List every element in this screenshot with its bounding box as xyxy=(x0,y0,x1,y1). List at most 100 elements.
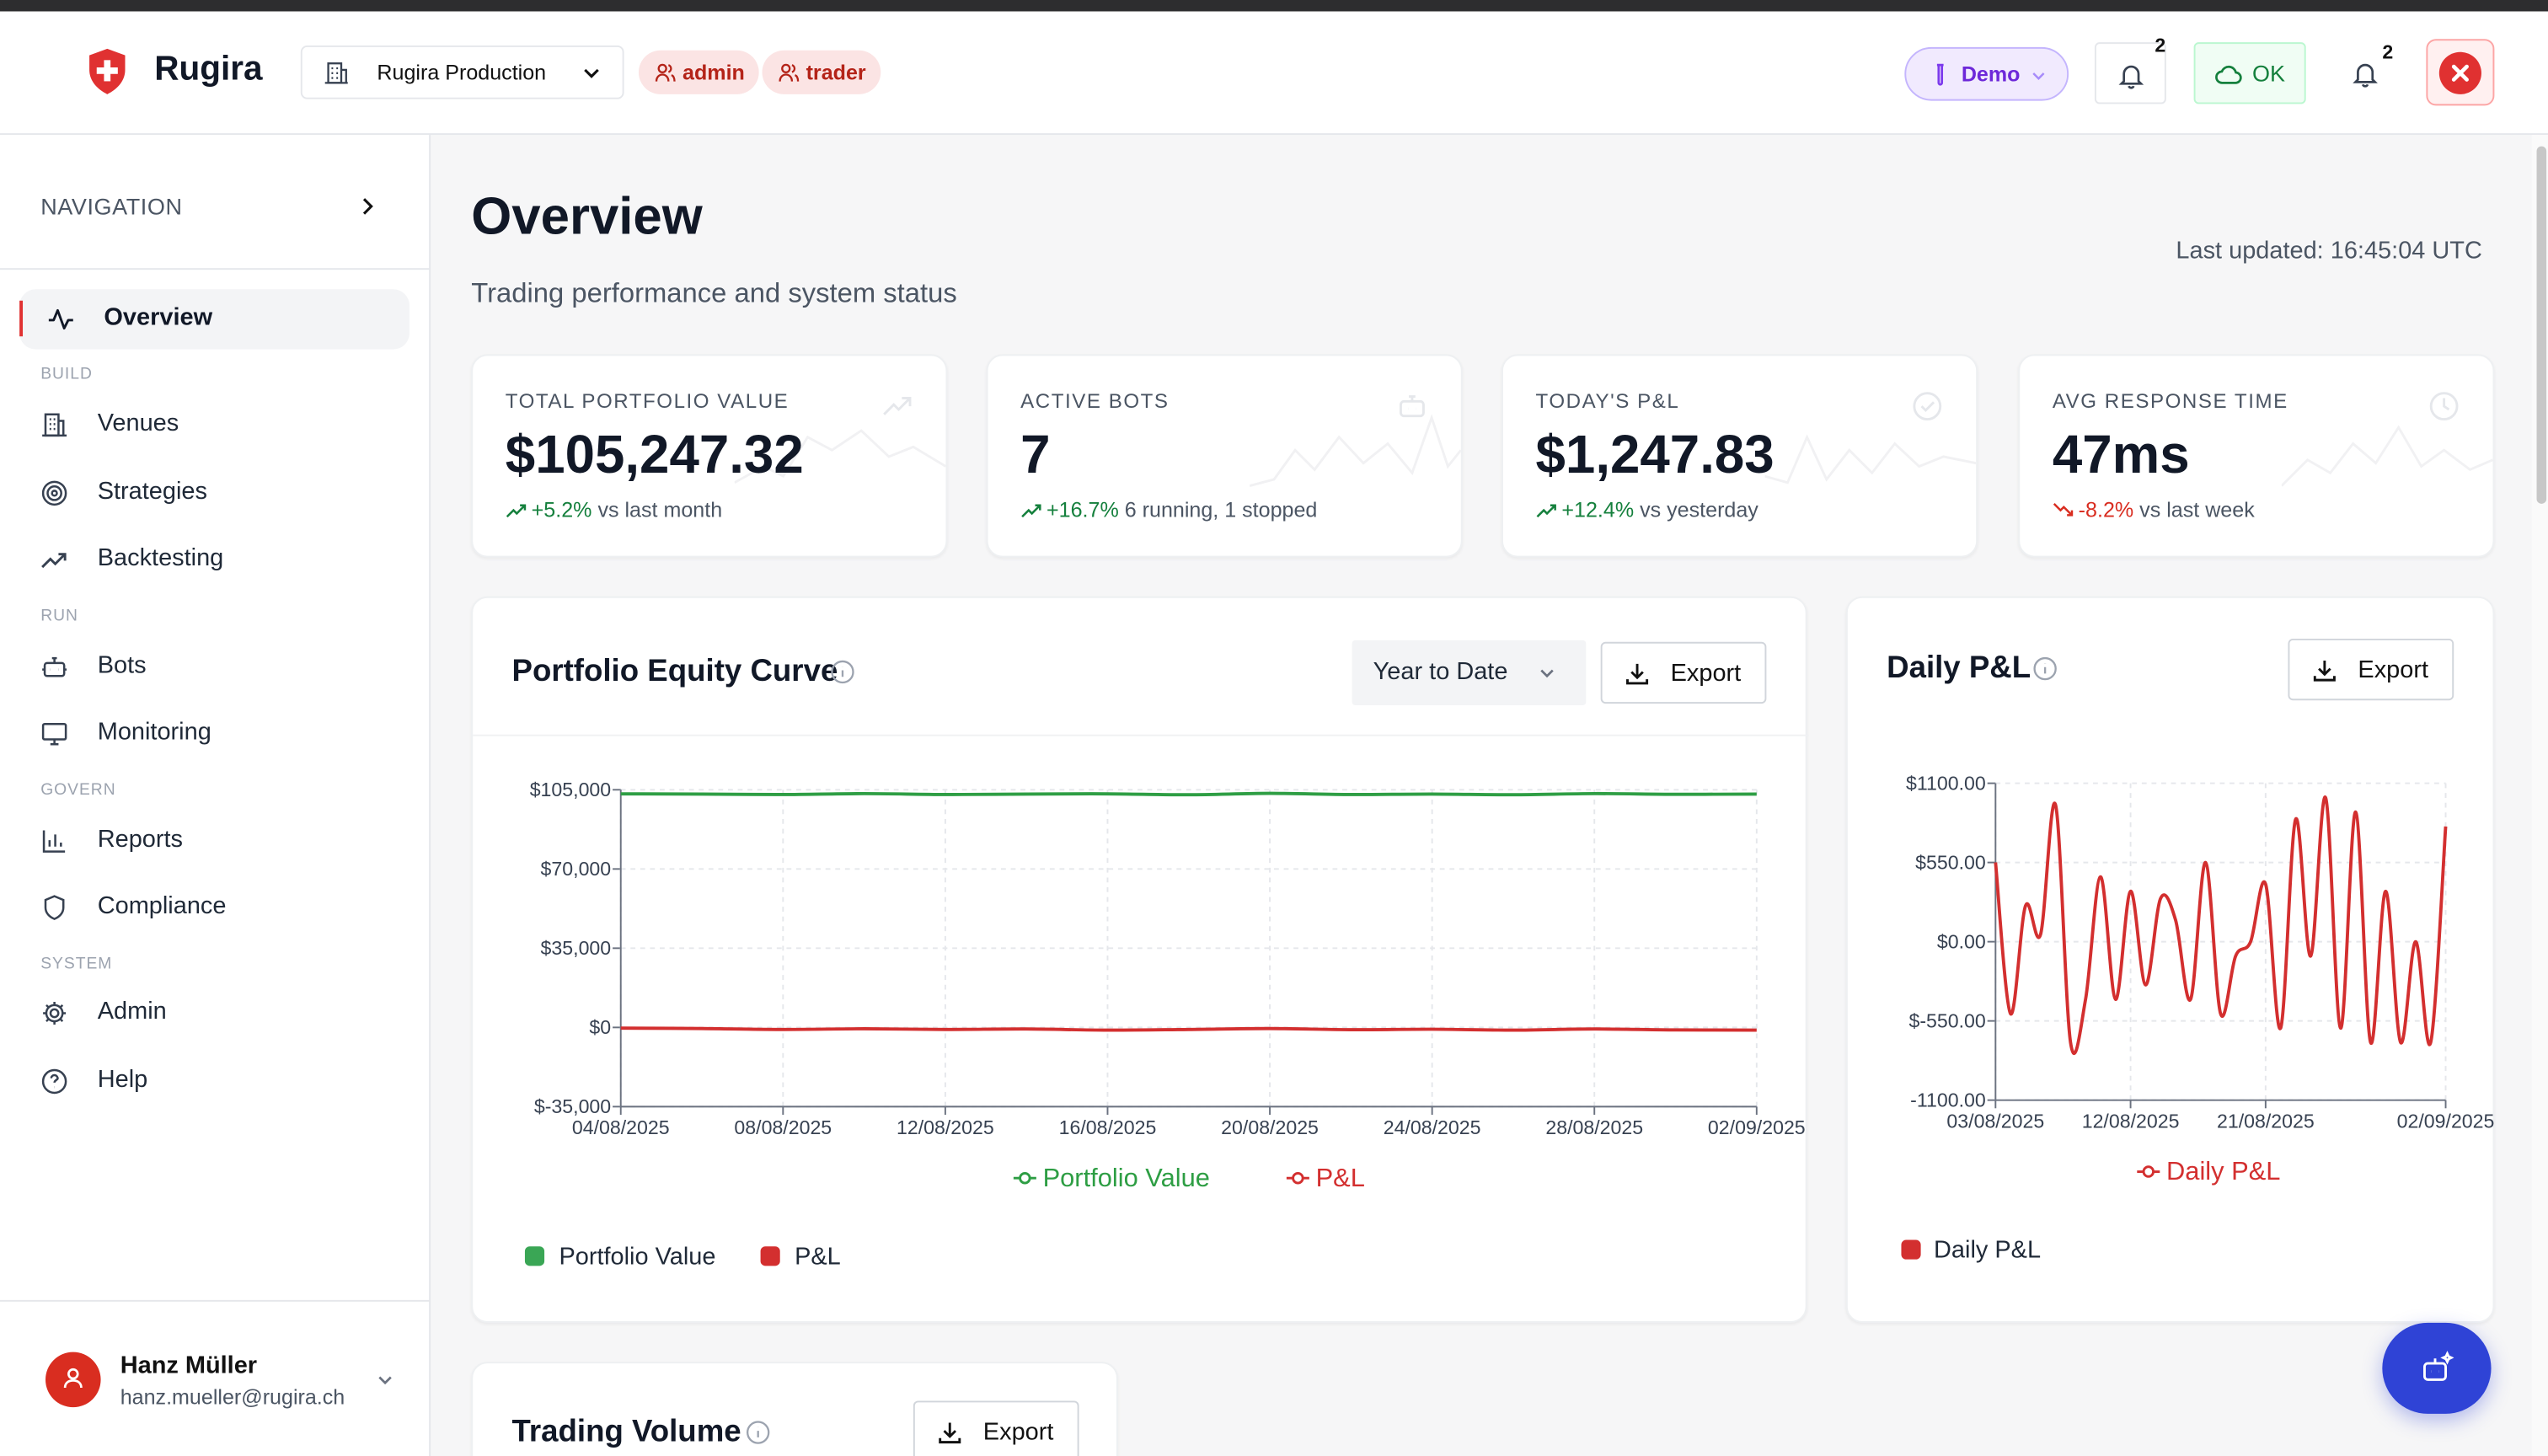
role-trader-label: trader xyxy=(806,60,866,85)
legend-label-portfolio: Portfolio Value xyxy=(559,1243,716,1271)
series-line-0 xyxy=(620,791,1757,797)
trending-up-icon xyxy=(1536,504,1556,518)
sidebar-item-backtesting[interactable]: Backtesting xyxy=(19,530,410,590)
sidebar-item-bots[interactable]: Bots xyxy=(19,637,410,697)
y-tick-label: $-35,000 xyxy=(534,1095,611,1117)
chevron-down-icon xyxy=(378,1376,392,1385)
y-tick-label: $1100.00 xyxy=(1906,772,1986,794)
download-icon xyxy=(2313,660,2336,682)
activity-icon xyxy=(48,308,73,330)
date-range-value: Year to Date xyxy=(1373,658,1508,686)
sidebar-item-admin[interactable]: Admin xyxy=(19,983,410,1043)
daily-export-button[interactable]: Export xyxy=(2288,638,2454,701)
org-selector-label: Rugira Production xyxy=(377,60,547,85)
x-tick-label: 24/08/2025 xyxy=(1384,1116,1481,1138)
role-badge-admin: admin xyxy=(638,50,760,94)
stat-change: +16.7% xyxy=(1046,497,1119,522)
sidebar-item-label: Admin xyxy=(97,998,167,1025)
stat-note: vs last week xyxy=(2139,497,2255,522)
stat-label: AVG RESPONSE TIME xyxy=(2052,389,2288,413)
stat-value: $1,247.83 xyxy=(1535,424,1774,484)
stat-trend: +12.4% vs yesterday xyxy=(1536,497,1758,522)
date-range-select[interactable]: Year to Date xyxy=(1352,640,1587,706)
sidebar-item-monitoring[interactable]: Monitoring xyxy=(19,704,410,763)
legend-label-pnl: P&L xyxy=(795,1243,841,1271)
sidebar-item-help[interactable]: Help xyxy=(19,1052,410,1111)
trending-up-icon xyxy=(506,504,527,518)
org-selector[interactable]: Rugira Production xyxy=(300,46,624,99)
stat-value: 7 xyxy=(1020,424,1051,484)
monitor-icon xyxy=(41,722,67,746)
x-tick-label: 12/08/2025 xyxy=(2082,1110,2180,1132)
stat-label: ACTIVE BOTS xyxy=(1020,389,1170,413)
legend-marker xyxy=(2142,1165,2155,1178)
sidebar-item-label: Backtesting xyxy=(97,544,224,572)
sidebar-item-reports[interactable]: Reports xyxy=(19,811,410,870)
section-label-system: SYSTEM xyxy=(40,956,113,974)
user-menu[interactable]: Hanz Müller hanz.mueller@rugira.ch xyxy=(0,1299,431,1456)
stat-trend: +16.7% 6 running, 1 stopped xyxy=(1020,497,1317,522)
legend-label-daily-pnl: Daily P&L xyxy=(1934,1236,2042,1265)
scrollbar-thumb[interactable] xyxy=(2536,146,2547,504)
bar-chart-icon xyxy=(42,830,66,853)
stat-trend: -8.2% vs last week xyxy=(2053,497,2255,522)
sidebar-item-strategies[interactable]: Strategies xyxy=(19,463,410,523)
alerts-count: 2 xyxy=(2382,40,2394,64)
y-tick-label: $105,000 xyxy=(530,779,611,800)
trending-up-icon xyxy=(1021,504,1041,518)
sidebar-item-label: Strategies xyxy=(97,478,207,506)
window-top-bar xyxy=(0,0,2548,12)
stat-card-portfolio-value: TOTAL PORTFOLIO VALUE $105,247.32 +5.2% … xyxy=(471,354,948,558)
section-label-govern: GOVERN xyxy=(40,781,116,800)
close-icon xyxy=(2451,64,2469,82)
check-circle-icon xyxy=(1913,392,1942,421)
stat-card-avg-response: AVG RESPONSE TIME 47ms -8.2% vs last wee… xyxy=(2018,354,2495,558)
system-status-label: OK xyxy=(2252,60,2286,87)
x-tick-label: 21/08/2025 xyxy=(2217,1110,2315,1132)
sidebar-item-label: Monitoring xyxy=(97,718,211,747)
equity-curve-chart: $105,000 $70,000 $35,000 $0 $-35,00004/08/20… xyxy=(530,779,1806,1192)
legend-swatch-pnl xyxy=(760,1246,780,1266)
info-icon[interactable] xyxy=(746,1421,770,1445)
emergency-stop-button[interactable] xyxy=(2426,39,2495,106)
mode-selector[interactable]: Demo xyxy=(1904,46,2069,101)
flask-icon xyxy=(1936,63,1944,86)
x-tick-label: 16/08/2025 xyxy=(1059,1116,1157,1138)
x-tick-label: 12/08/2025 xyxy=(897,1116,994,1138)
stat-change: -8.2% xyxy=(2078,497,2134,522)
sidebar-item-compliance[interactable]: Compliance xyxy=(19,877,410,937)
volume-export-button[interactable]: Export xyxy=(913,1400,1079,1456)
user-email: hanz.mueller@rugira.ch xyxy=(120,1384,345,1410)
system-status-button[interactable]: OK xyxy=(2193,42,2306,104)
page-title: Overview xyxy=(471,186,703,246)
chevron-right-icon[interactable] xyxy=(356,195,378,217)
y-tick-label: $35,000 xyxy=(541,937,612,959)
x-tick-label: 02/09/2025 xyxy=(1708,1116,1806,1138)
info-icon[interactable] xyxy=(831,660,855,684)
export-label: Export xyxy=(2358,656,2429,684)
daily-pnl-chart: $1100.00 $550.00 $0.00 $-550.00 -1100.0003/0… xyxy=(1906,772,2494,1186)
y-tick-label: $0.00 xyxy=(1937,930,1986,952)
sidebar-item-label: Bots xyxy=(97,651,147,680)
y-tick-label: -1100.00 xyxy=(1910,1089,1986,1111)
info-icon[interactable] xyxy=(2033,656,2058,681)
sidebar-item-label: Venues xyxy=(97,410,179,437)
x-tick-label: 04/08/2025 xyxy=(572,1116,670,1138)
sidebar-item-overview[interactable]: Overview xyxy=(19,289,410,350)
divider xyxy=(0,268,431,270)
stat-card-active-bots: ACTIVE BOTS 7 +16.7% 6 running, 1 stoppe… xyxy=(986,354,1463,558)
mode-label: Demo xyxy=(1961,62,2021,87)
y-tick-label: $0 xyxy=(589,1016,611,1038)
sidebar-item-venues[interactable]: Venues xyxy=(19,395,410,455)
assistant-button[interactable] xyxy=(2382,1322,2492,1414)
legend-swatch-portfolio xyxy=(524,1246,545,1266)
header: Rugira Rugira Production admin trader De… xyxy=(0,11,2548,136)
sidebar-title: NAVIGATION xyxy=(40,193,183,220)
target-icon xyxy=(41,480,67,506)
avatar xyxy=(46,1352,101,1408)
trending-down-icon xyxy=(2053,502,2074,517)
role-admin-label: admin xyxy=(682,60,745,85)
equity-export-button[interactable]: Export xyxy=(1600,641,1767,704)
equity-curve-title: Portfolio Equity Curve xyxy=(511,655,838,689)
legend-item: Portfolio Value xyxy=(1043,1163,1210,1192)
